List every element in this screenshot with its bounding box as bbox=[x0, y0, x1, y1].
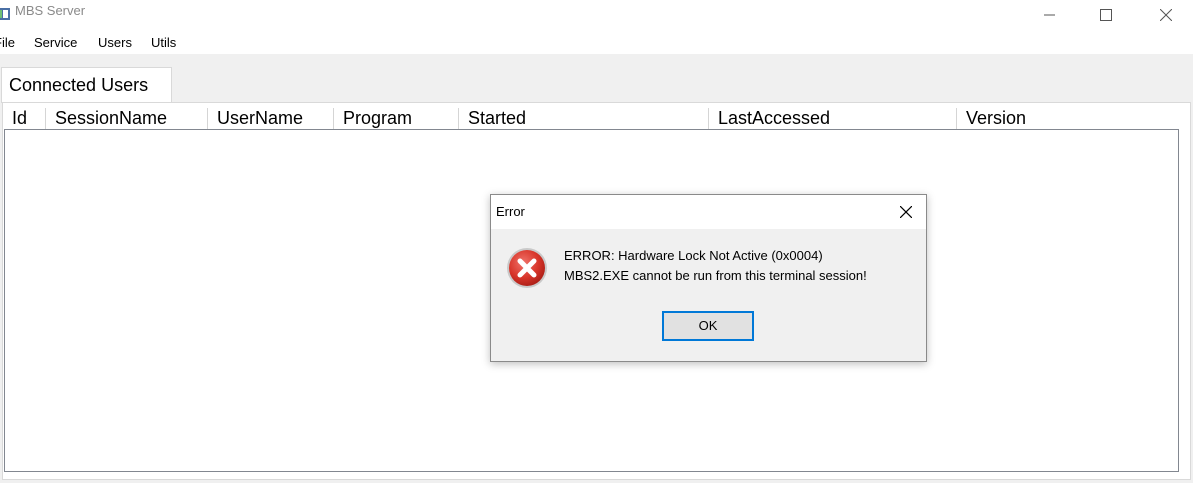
menu-users[interactable]: Users bbox=[98, 35, 132, 50]
minimize-button[interactable] bbox=[1027, 0, 1073, 30]
minimize-icon bbox=[1044, 14, 1055, 16]
title-bar: MBS Server bbox=[0, 0, 1193, 30]
column-header-sessionname[interactable]: SessionName bbox=[47, 106, 207, 130]
column-divider[interactable] bbox=[956, 108, 957, 130]
dialog-title: Error bbox=[496, 204, 525, 219]
window-title: MBS Server bbox=[15, 3, 86, 18]
column-divider[interactable] bbox=[708, 108, 709, 130]
tab-connected-users[interactable]: Connected Users bbox=[1, 67, 172, 103]
dialog-close-button[interactable] bbox=[894, 201, 918, 223]
column-header-lastaccessed[interactable]: LastAccessed bbox=[710, 106, 956, 130]
close-icon bbox=[1160, 9, 1172, 21]
error-message-line2: MBS2.EXE cannot be run from this termina… bbox=[564, 268, 867, 283]
column-header-started[interactable]: Started bbox=[460, 106, 708, 130]
column-header-username[interactable]: UserName bbox=[209, 106, 333, 130]
table-header: Id SessionName UserName Program Started … bbox=[4, 106, 1179, 130]
ok-button[interactable]: OK bbox=[662, 311, 754, 341]
maximize-icon bbox=[1100, 9, 1112, 21]
column-header-program[interactable]: Program bbox=[335, 106, 457, 130]
menu-bar: File Service Users Utils bbox=[0, 30, 1193, 54]
column-header-id[interactable]: Id bbox=[4, 106, 44, 130]
close-icon bbox=[900, 206, 912, 218]
app-icon bbox=[0, 5, 10, 20]
menu-service[interactable]: Service bbox=[34, 35, 77, 50]
column-divider[interactable] bbox=[207, 108, 208, 130]
error-message-line1: ERROR: Hardware Lock Not Active (0x0004) bbox=[564, 248, 823, 263]
column-divider[interactable] bbox=[458, 108, 459, 130]
window-close-button[interactable] bbox=[1143, 0, 1189, 30]
dialog-title-bar: Error bbox=[491, 195, 926, 229]
menu-file[interactable]: File bbox=[0, 35, 15, 50]
column-header-version[interactable]: Version bbox=[958, 106, 1178, 130]
error-icon bbox=[506, 247, 548, 289]
column-divider[interactable] bbox=[333, 108, 334, 130]
error-dialog: Error ERROR: Hardware Lock Not Active (0… bbox=[490, 194, 927, 362]
maximize-button[interactable] bbox=[1083, 0, 1129, 30]
column-divider[interactable] bbox=[45, 108, 46, 130]
menu-utils[interactable]: Utils bbox=[151, 35, 176, 50]
tab-label: Connected Users bbox=[9, 75, 149, 95]
